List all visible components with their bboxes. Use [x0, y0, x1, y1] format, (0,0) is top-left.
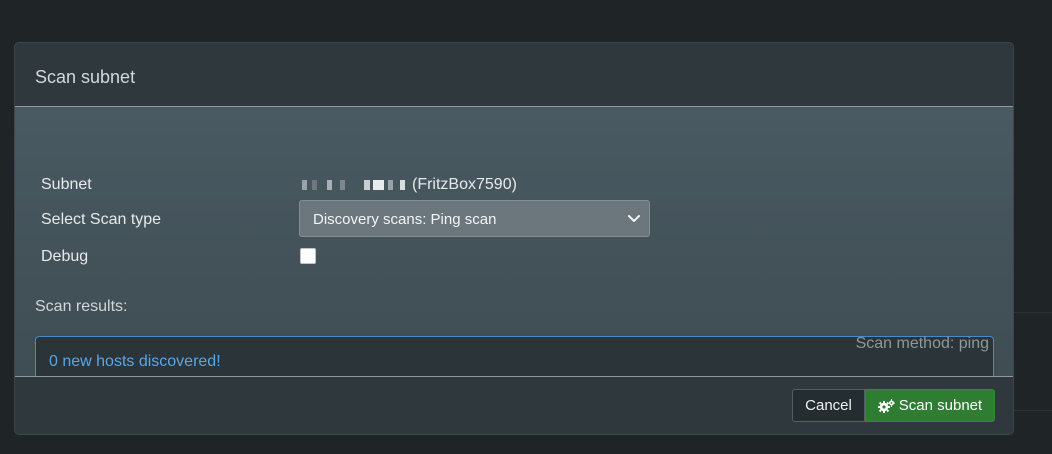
background-divider [1014, 410, 1052, 411]
debug-label: Debug [41, 248, 89, 265]
modal-footer: Cancel Scan subnet [15, 376, 1013, 434]
scan-type-selected-value: Discovery scans: Ping scan [313, 211, 497, 228]
debug-checkbox[interactable] [300, 248, 316, 264]
background-divider [1014, 312, 1052, 313]
redacted-subnet-address [300, 179, 408, 190]
scan-subnet-button[interactable]: Scan subnet [865, 389, 995, 422]
chevron-down-icon [628, 215, 640, 222]
scan-method-text: Scan method: ping [855, 335, 989, 352]
subnet-value: (FritzBox7590) [300, 176, 517, 194]
scan-type-label: Select Scan type [41, 211, 162, 228]
scan-results-label: Scan results: [35, 298, 128, 315]
scan-subnet-button-label: Scan subnet [898, 397, 983, 414]
subnet-label: Subnet [41, 176, 92, 193]
scan-subnet-modal: Scan subnet Subnet (FritzBox7590) Select… [14, 42, 1014, 435]
cancel-button[interactable]: Cancel [792, 389, 865, 422]
gears-icon [877, 398, 895, 413]
subnet-router-name: (FritzBox7590) [412, 176, 517, 193]
modal-title: Scan subnet [35, 67, 136, 87]
scan-results-message: 0 new hosts discovered! [49, 353, 221, 370]
scan-type-select[interactable]: Discovery scans: Ping scan [299, 200, 650, 237]
modal-header: Scan subnet [15, 43, 1013, 107]
